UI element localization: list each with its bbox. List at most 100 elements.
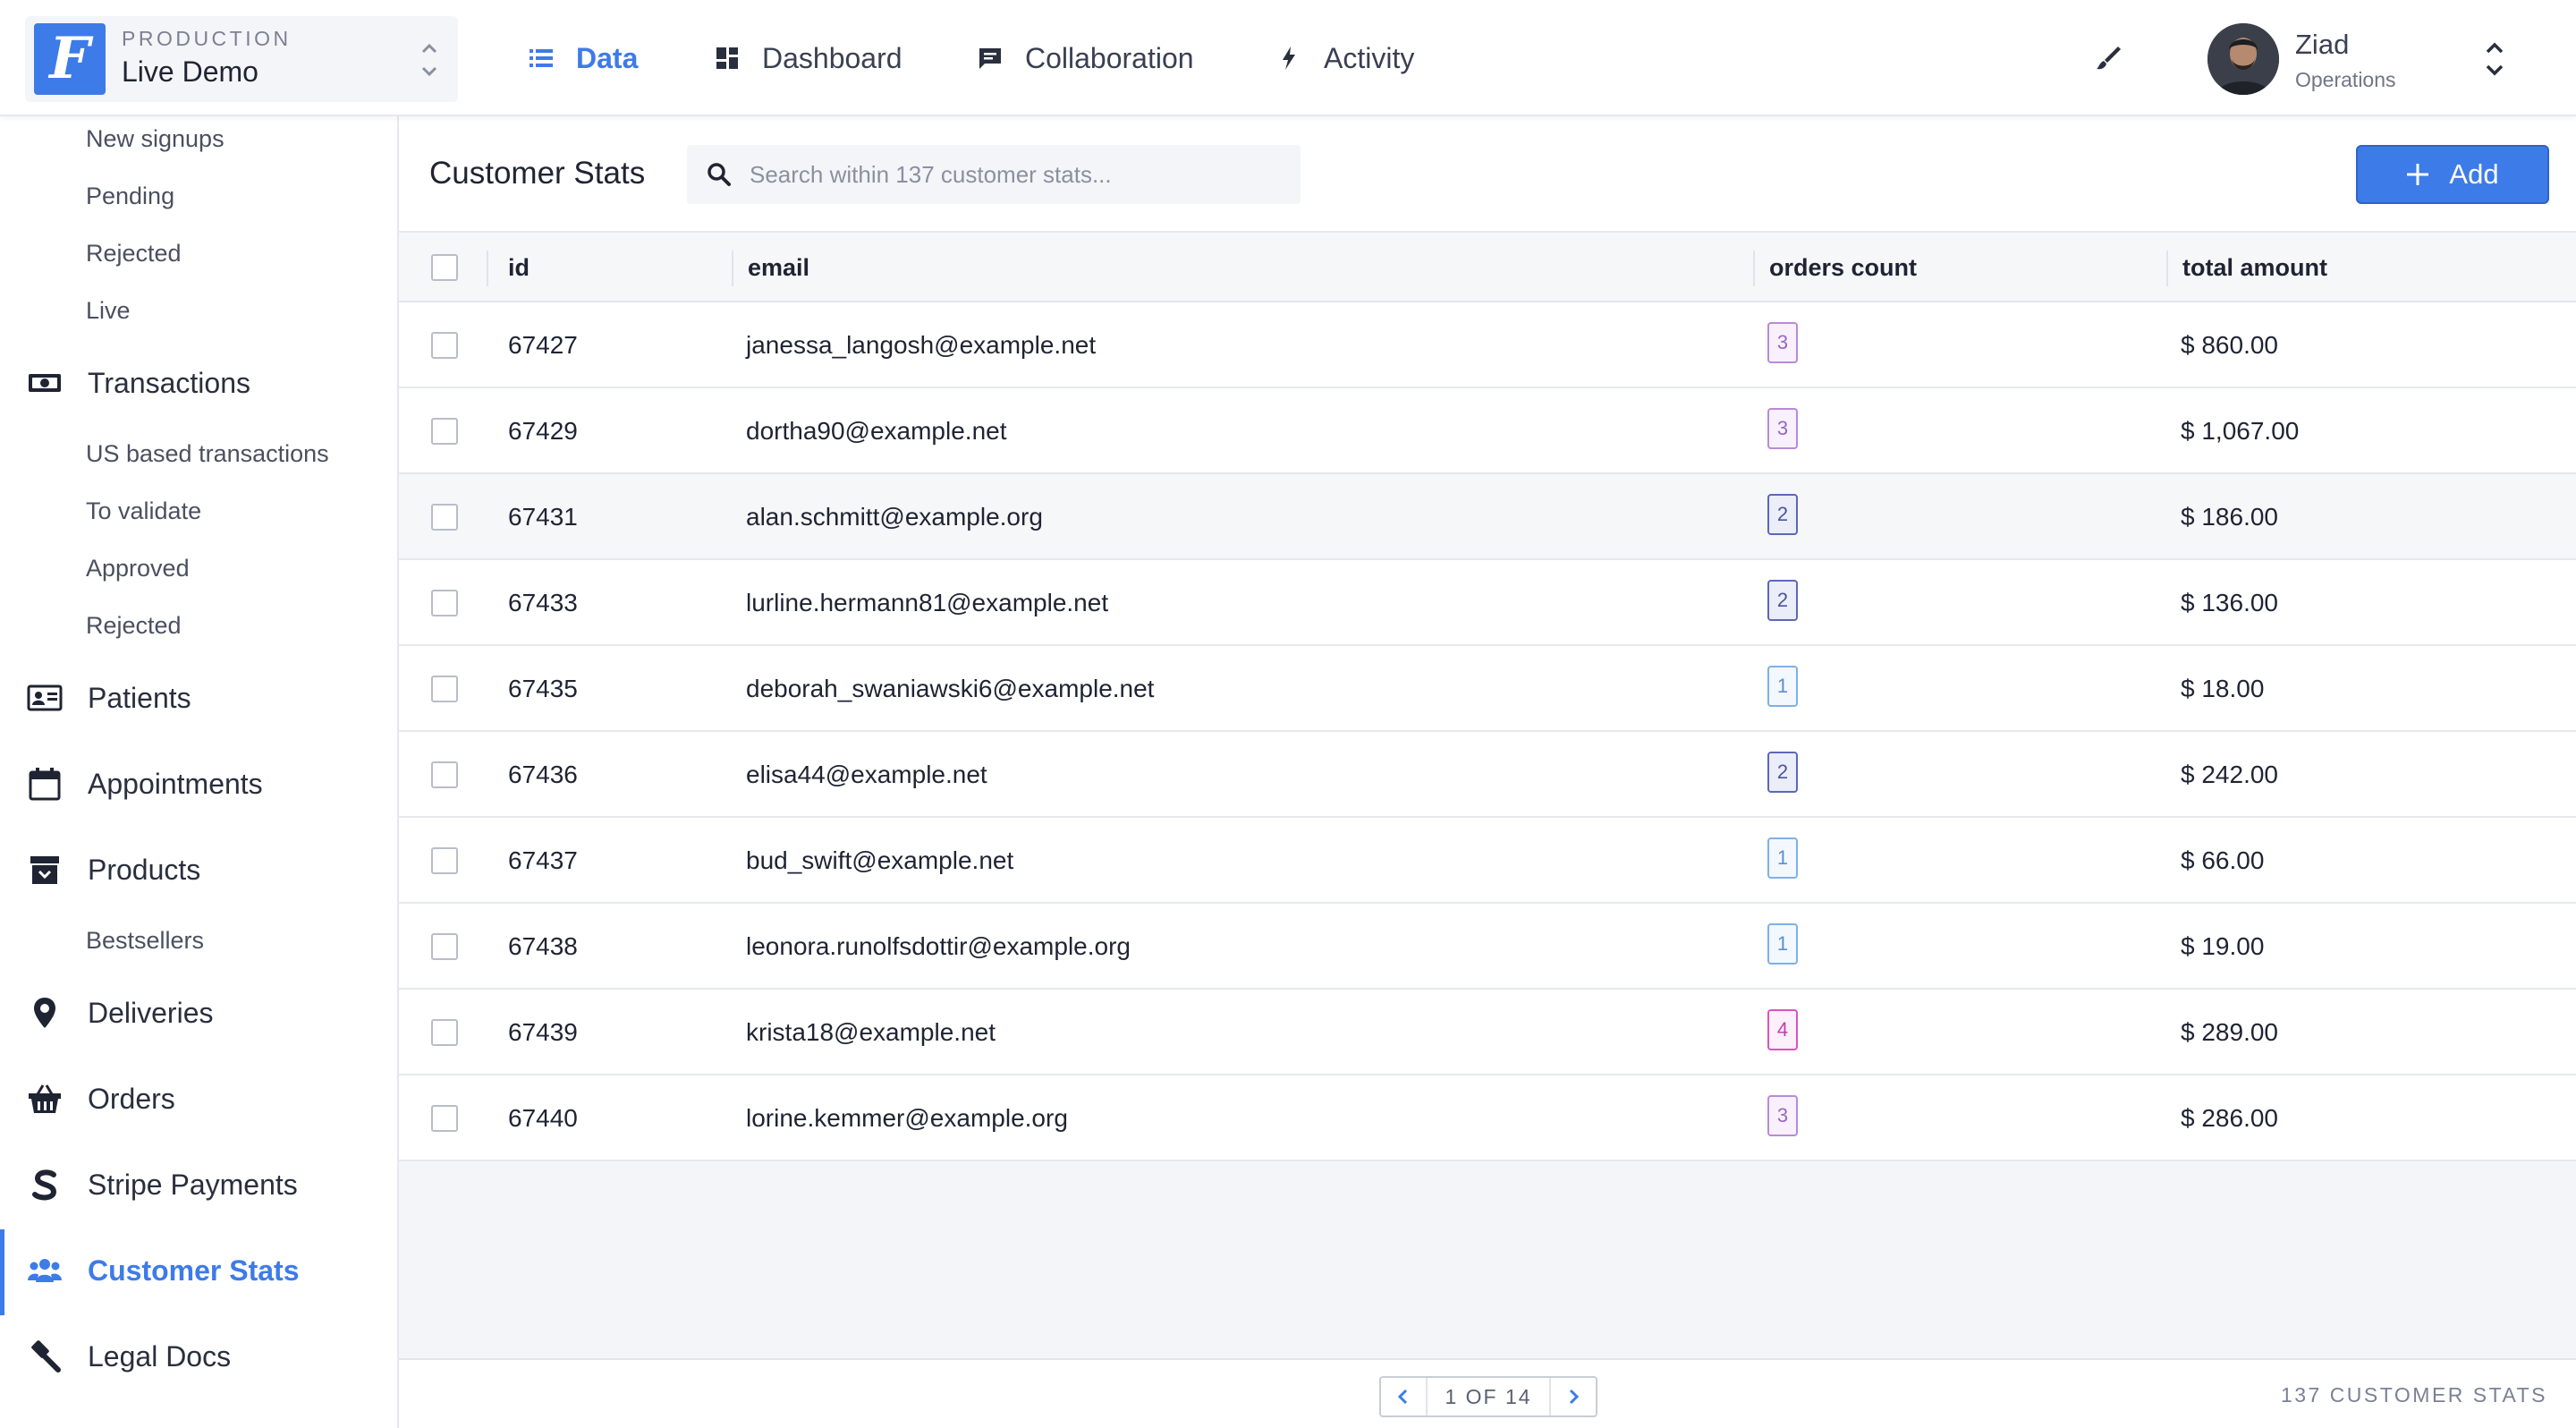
table-row[interactable]: 67439 krista18@example.net 4 $ 289.00 xyxy=(399,990,2576,1075)
sidebar-item-patients[interactable]: Patients xyxy=(0,669,397,727)
sidebar-item-stripe-payments[interactable]: Stripe Payments xyxy=(0,1156,397,1213)
chevron-up-down-icon xyxy=(421,43,437,77)
column-header-email[interactable]: email xyxy=(748,233,809,302)
sidebar-item-products[interactable]: Products xyxy=(0,841,397,898)
sidebar-item-label: Customer Stats xyxy=(88,1254,300,1287)
row-checkbox[interactable] xyxy=(431,1019,458,1046)
sidebar-item-label: Products xyxy=(88,853,201,886)
search-input[interactable] xyxy=(750,145,1286,204)
sidebar-item-appointments[interactable]: Appointments xyxy=(0,755,397,812)
environment-label: PRODUCTION xyxy=(122,27,292,50)
select-all-checkbox[interactable] xyxy=(431,254,458,281)
sidebar-item-to-validate[interactable]: To validate xyxy=(86,497,201,525)
search-box[interactable] xyxy=(687,145,1301,204)
orders-count-badge: 1 xyxy=(1767,923,1798,965)
cell-total-amount: $ 66.00 xyxy=(2181,846,2265,874)
chevron-right-icon xyxy=(1569,1389,1580,1405)
sidebar-item-orders[interactable]: Orders xyxy=(0,1070,397,1127)
cell-id: 67429 xyxy=(508,417,578,445)
table-footer: 1 OF 14 137 CUSTOMER STATS xyxy=(399,1358,2576,1428)
row-checkbox[interactable] xyxy=(431,590,458,616)
main-content: Customer Stats Add id email orders count xyxy=(399,116,2576,1428)
column-header-total-amount[interactable]: total amount xyxy=(2182,233,2327,302)
sidebar-item-label: Patients xyxy=(88,681,191,714)
orders-count-badge: 3 xyxy=(1767,1095,1798,1136)
chat-icon xyxy=(979,48,1001,69)
table-row[interactable]: 67435 deborah_swaniawski6@example.net 1 … xyxy=(399,646,2576,732)
column-divider xyxy=(487,251,488,286)
nav-tab-data[interactable]: Data xyxy=(528,36,638,81)
sidebar-item-approved[interactable]: Approved xyxy=(86,555,190,582)
basket-icon xyxy=(29,1084,61,1113)
map-pin-icon xyxy=(34,998,55,1028)
table-toolbar: Customer Stats Add xyxy=(399,116,2576,233)
cell-id: 67437 xyxy=(508,846,578,874)
user-name[interactable]: Ziad xyxy=(2295,29,2349,61)
avatar-image xyxy=(2207,23,2279,95)
cell-id: 67433 xyxy=(508,589,578,616)
sidebar-item-bestsellers[interactable]: Bestsellers xyxy=(86,927,204,955)
table-row[interactable]: 67429 dortha90@example.net 3 $ 1,067.00 xyxy=(399,388,2576,474)
nav-tab-dashboard[interactable]: Dashboard xyxy=(714,36,902,81)
column-divider xyxy=(1753,251,1755,286)
table-row[interactable]: 67437 bud_swift@example.net 1 $ 66.00 xyxy=(399,818,2576,904)
data-table: id email orders count total amount 67427… xyxy=(399,233,2576,1161)
cell-id: 67440 xyxy=(508,1104,578,1132)
row-checkbox[interactable] xyxy=(431,418,458,445)
sidebar-item-us-based-transactions[interactable]: US based transactions xyxy=(86,440,329,468)
row-checkbox[interactable] xyxy=(431,676,458,702)
sidebar-item-live[interactable]: Live xyxy=(86,297,131,325)
row-checkbox[interactable] xyxy=(431,332,458,359)
table-row[interactable]: 67440 lorine.kemmer@example.org 3 $ 286.… xyxy=(399,1075,2576,1161)
orders-count-badge: 4 xyxy=(1767,1009,1798,1050)
sidebar-item-deliveries[interactable]: Deliveries xyxy=(0,984,397,1041)
gavel-icon xyxy=(31,1340,61,1373)
sidebar-item-transactions[interactable]: Transactions xyxy=(0,354,397,412)
page-indicator: 1 OF 14 xyxy=(1426,1378,1551,1415)
sidebar: New signups Pending Rejected Live Transa… xyxy=(0,116,399,1428)
brush-icon[interactable] xyxy=(2093,43,2123,73)
next-page-button[interactable] xyxy=(1551,1378,1596,1415)
orders-count-badge: 2 xyxy=(1767,580,1798,621)
table-row[interactable]: 67427 janessa_langosh@example.net 3 $ 86… xyxy=(399,302,2576,388)
orders-count-badge: 3 xyxy=(1767,322,1798,363)
nav-tab-label: Activity xyxy=(1324,41,1415,74)
environment-switcher[interactable]: F PRODUCTION Live Demo xyxy=(25,16,458,102)
column-header-orders-count[interactable]: orders count xyxy=(1769,233,1917,302)
cell-email: deborah_swaniawski6@example.net xyxy=(746,675,1155,702)
table-row[interactable]: 67433 lurline.hermann81@example.net 2 $ … xyxy=(399,560,2576,646)
sidebar-item-pending[interactable]: Pending xyxy=(86,183,174,210)
add-button[interactable]: Add xyxy=(2356,145,2549,204)
row-checkbox[interactable] xyxy=(431,933,458,960)
row-checkbox[interactable] xyxy=(431,847,458,874)
sidebar-item-legal-docs[interactable]: Legal Docs xyxy=(0,1328,397,1385)
cell-email: janessa_langosh@example.net xyxy=(746,331,1097,359)
users-icon xyxy=(28,1259,62,1282)
chevron-up-down-icon[interactable] xyxy=(2483,39,2506,79)
row-checkbox[interactable] xyxy=(431,504,458,531)
table-row[interactable]: 67438 leonora.runolfsdottir@example.org … xyxy=(399,904,2576,990)
sidebar-item-new-signups[interactable]: New signups xyxy=(86,125,225,153)
avatar[interactable] xyxy=(2207,23,2279,95)
sidebar-item-label: Appointments xyxy=(88,767,263,800)
previous-page-button[interactable] xyxy=(1381,1378,1426,1415)
row-checkbox[interactable] xyxy=(431,1105,458,1132)
sidebar-item-label: Transactions xyxy=(88,366,250,399)
column-divider xyxy=(732,251,733,286)
stripe-icon xyxy=(32,1169,57,1201)
column-header-id[interactable]: id xyxy=(508,233,530,302)
row-checkbox[interactable] xyxy=(431,761,458,788)
cell-email: lorine.kemmer@example.org xyxy=(746,1104,1068,1132)
nav-tab-collaboration[interactable]: Collaboration xyxy=(977,36,1194,81)
table-row[interactable]: 67431 alan.schmitt@example.org 2 $ 186.0… xyxy=(399,474,2576,560)
cell-total-amount: $ 186.00 xyxy=(2181,503,2278,531)
cell-total-amount: $ 1,067.00 xyxy=(2181,417,2300,445)
cell-total-amount: $ 242.00 xyxy=(2181,761,2278,788)
bolt-icon xyxy=(1283,47,1295,70)
sidebar-item-rejected[interactable]: Rejected xyxy=(86,240,182,268)
table-row[interactable]: 67436 elisa44@example.net 2 $ 242.00 xyxy=(399,732,2576,818)
sidebar-item-rejected-transactions[interactable]: Rejected xyxy=(86,612,182,640)
nav-tab-activity[interactable]: Activity xyxy=(1275,36,1414,81)
sidebar-item-customer-stats[interactable]: Customer Stats xyxy=(0,1242,397,1299)
total-record-count: 137 CUSTOMER STATS xyxy=(2280,1383,2547,1407)
